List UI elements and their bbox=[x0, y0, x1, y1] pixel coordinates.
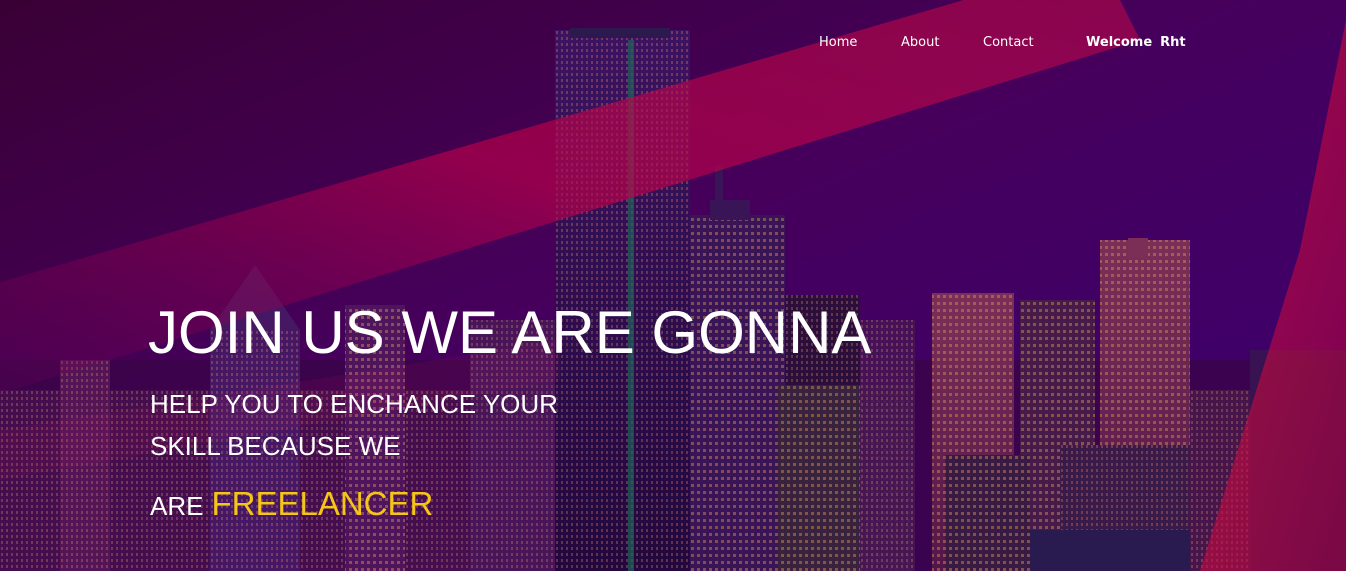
welcome-greeting: Welcome Rht bbox=[1086, 33, 1186, 53]
hero-subline-3-prefix: ARE bbox=[150, 491, 204, 521]
nav-link-home[interactable]: Home bbox=[819, 33, 857, 53]
nav-link-contact[interactable]: Contact bbox=[983, 33, 1034, 53]
nav-link-about[interactable]: About bbox=[901, 33, 939, 53]
hero-headline: JOIN US WE ARE GONNA bbox=[148, 299, 872, 366]
hero-accent-word: FREELANCER bbox=[211, 485, 434, 522]
hero-section: Home About Contact Welcome Rht JOIN US WE… bbox=[0, 0, 1346, 571]
top-navigation: Home About Contact Welcome Rht bbox=[0, 33, 1346, 55]
city-skyline-background bbox=[0, 0, 1346, 571]
hero-subline-2: SKILL BECAUSE WE bbox=[150, 431, 401, 461]
hero-subline-1: HELP YOU TO ENCHANCE YOUR bbox=[150, 389, 558, 419]
user-name[interactable]: Rht bbox=[1160, 35, 1185, 50]
hero-subline-3: ARE FREELANCER bbox=[150, 485, 434, 522]
welcome-label: Welcome bbox=[1086, 35, 1153, 50]
